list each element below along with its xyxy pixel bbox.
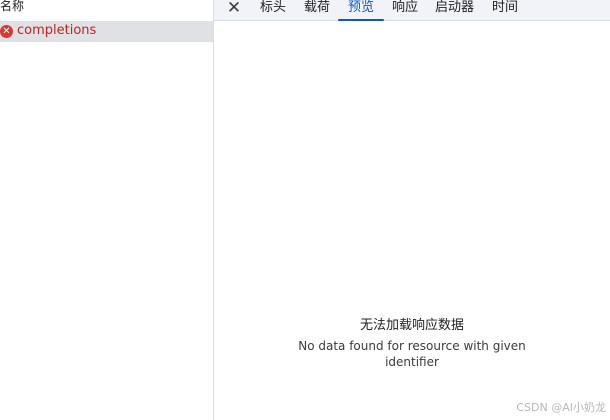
preview-empty-state: 无法加载响应数据 No data found for resource with… — [214, 316, 610, 370]
devtools-network-panel: 名称 ✕ completions ✕ 标头 载荷 预览 响应 启动器 时间 无法… — [0, 0, 610, 420]
empty-state-title: 无法加载响应数据 — [359, 318, 464, 333]
empty-state-message: No data found for resource with given id… — [298, 339, 526, 369]
tab-headers-label: 标头 — [260, 0, 287, 15]
error-x-circle-icon: ✕ — [0, 25, 13, 38]
name-column-header[interactable]: 名称 — [0, 0, 213, 20]
tab-timing-label: 时间 — [492, 0, 519, 15]
tab-preview[interactable]: 预览 — [338, 0, 384, 21]
name-column-header-label: 名称 — [0, 0, 25, 13]
request-name: completions — [17, 23, 97, 38]
tab-preview-label: 预览 — [348, 0, 375, 15]
request-list-pane: 名称 ✕ completions — [0, 0, 214, 420]
active-tab-indicator — [338, 19, 384, 21]
watermark: CSDN @AI小奶龙 — [516, 401, 606, 414]
request-row[interactable]: ✕ completions — [0, 21, 213, 42]
detail-tab-bar: ✕ 标头 载荷 预览 响应 启动器 时间 — [214, 0, 610, 21]
close-icon[interactable]: ✕ — [226, 0, 242, 18]
tab-initiator-label: 启动器 — [435, 0, 475, 15]
tab-response-label: 响应 — [392, 0, 419, 15]
request-details-pane: ✕ 标头 载荷 预览 响应 启动器 时间 无法加载响应数据 No data fo… — [214, 0, 610, 420]
tab-payload-label: 载荷 — [304, 0, 331, 15]
